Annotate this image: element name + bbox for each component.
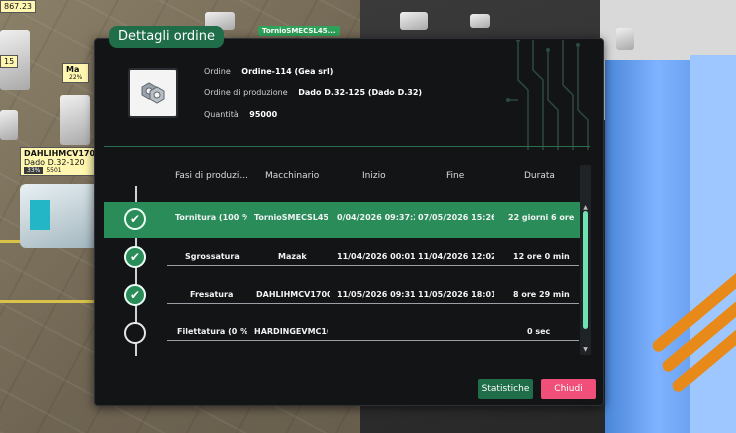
row-machine: HARDINGEVMC1000 xyxy=(254,327,328,336)
row-machine: Mazak xyxy=(278,252,307,261)
row-start: 11/05/2026 09:31:15 xyxy=(337,290,415,299)
row-phase: Filettatura (0 %) xyxy=(177,327,247,336)
label-subtitle: Dado D.32-120 xyxy=(24,158,85,167)
quantity-value: 95000 xyxy=(249,110,278,119)
row-divider xyxy=(167,303,579,304)
production-order-label: Ordine di produzione xyxy=(204,88,288,97)
label-value: 15 xyxy=(4,57,15,66)
check-icon: ✔ xyxy=(129,288,141,302)
step-complete-icon: ✔ xyxy=(124,284,146,306)
order-label: Ordine xyxy=(204,67,231,76)
label-percent: 22% xyxy=(69,74,83,81)
check-icon: ✔ xyxy=(129,250,141,264)
label-extra: 5501 xyxy=(46,167,62,174)
scroll-down-icon[interactable]: ▼ xyxy=(582,346,589,353)
quantity-info: Quantità 95000 xyxy=(204,110,277,119)
column-header-end[interactable]: Fine xyxy=(446,171,464,181)
background-machine-label[interactable]: 867.23 xyxy=(0,0,36,13)
step-pending-icon xyxy=(124,322,146,344)
machine-model[interactable] xyxy=(470,14,490,28)
column-header-start[interactable]: Inizio xyxy=(362,171,386,181)
background-machine-tag[interactable]: TornioSMECSL45... xyxy=(258,26,340,36)
column-header-machine[interactable]: Macchinario xyxy=(265,171,319,181)
row-phase: Fresatura xyxy=(190,290,234,299)
hex-nut-icon xyxy=(141,82,165,104)
step-complete-icon: ✔ xyxy=(124,208,146,230)
machine-model[interactable] xyxy=(400,12,428,30)
crane-model xyxy=(616,28,634,50)
machine-panel xyxy=(30,200,50,230)
column-header-duration[interactable]: Durata xyxy=(524,171,555,181)
label-value: 867.23 xyxy=(4,2,32,11)
quantity-label: Quantità xyxy=(204,110,239,119)
background-corner-label: 15 xyxy=(0,55,19,68)
row-duration: 0 sec xyxy=(527,327,551,336)
column-header-phase[interactable]: Fasi di produzi... xyxy=(175,171,248,181)
row-divider xyxy=(167,340,579,341)
row-machine: TornioSMECSL4500 xyxy=(254,213,328,222)
row-start: 0/04/2026 09:37:26 xyxy=(337,213,415,222)
production-order-value: Dado D.32-125 (Dado D.32) xyxy=(298,88,423,97)
row-duration: 12 ore 0 min xyxy=(513,252,570,261)
scroll-up-icon[interactable]: ▲ xyxy=(582,204,589,211)
step-complete-icon: ✔ xyxy=(124,246,146,268)
product-thumbnail xyxy=(128,68,178,118)
floor-line xyxy=(0,300,94,303)
row-duration: 8 ore 29 min xyxy=(513,290,570,299)
label-title: Ma xyxy=(66,65,80,74)
statistics-button[interactable]: Statistiche xyxy=(478,379,533,399)
scrollbar-thumb[interactable] xyxy=(583,211,588,329)
row-phase: Sgrossatura xyxy=(185,252,240,261)
row-duration: 22 giorni 6 ore xyxy=(508,213,575,222)
background-machine-label[interactable]: DAHLIHMCV1700 Dado D.32-120 33% 5501 xyxy=(20,147,105,176)
check-icon: ✔ xyxy=(129,212,141,226)
row-machine: DAHLIHMCV1700 xyxy=(256,290,330,299)
circuit-decoration xyxy=(506,40,589,150)
order-info: Ordine Ordine-114 (Gea srl) xyxy=(204,67,333,76)
close-button[interactable]: Chiudi xyxy=(541,379,596,399)
section-divider xyxy=(104,146,590,147)
row-divider xyxy=(167,265,579,266)
machine-model[interactable] xyxy=(60,95,90,145)
machine-model[interactable] xyxy=(0,110,18,140)
row-phase: Tornitura (100 %) xyxy=(175,213,247,222)
dialog-title: Dettagli ordine xyxy=(109,26,224,48)
background-machine-label[interactable]: Ma 22% xyxy=(62,63,90,83)
row-start: 11/04/2026 00:01:11 xyxy=(337,252,415,261)
order-value: Ordine-114 (Gea srl) xyxy=(241,67,334,76)
row-end: 07/05/2026 15:26:27 xyxy=(418,213,494,222)
label-title: DAHLIHMCV1700 xyxy=(24,149,101,158)
label-percent: 33% xyxy=(24,167,44,174)
production-order-info: Ordine di produzione Dado D.32-125 (Dado… xyxy=(204,88,422,97)
row-end: 11/04/2026 12:02:13 xyxy=(418,252,494,261)
row-end: 11/05/2026 18:01:04 xyxy=(418,290,494,299)
